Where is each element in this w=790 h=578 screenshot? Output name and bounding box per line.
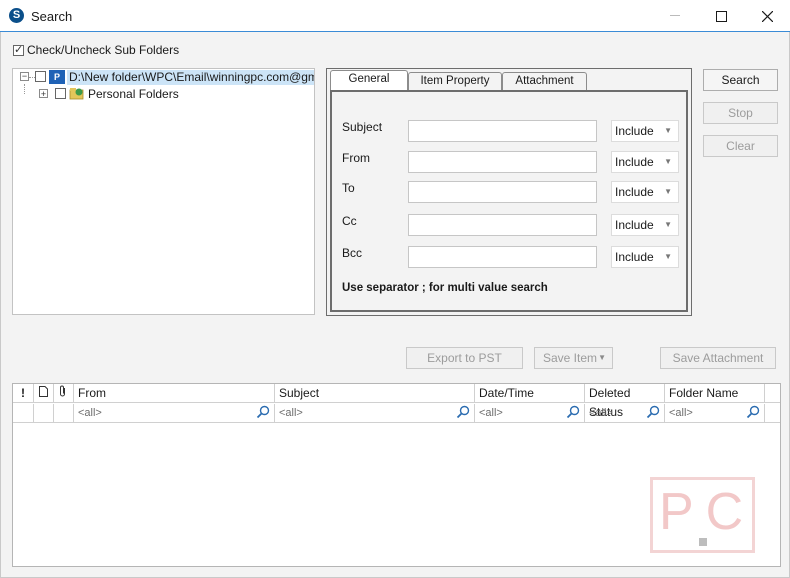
from-column-header[interactable]: From: [74, 384, 275, 403]
filter-cell-empty: [34, 404, 54, 422]
deleted-status-column-header[interactable]: Deleted Status: [585, 384, 665, 419]
to-label: To: [342, 181, 355, 195]
search-button[interactable]: Search: [703, 69, 778, 91]
datetime-column-header[interactable]: Date/Time: [475, 384, 585, 403]
personal-folders-icon: [69, 86, 84, 103]
check-subfolders-label: Check/Uncheck Sub Folders: [27, 43, 180, 57]
chevron-down-icon: ▼: [664, 187, 672, 196]
tab-attachment[interactable]: Attachment: [502, 72, 587, 90]
search-icon[interactable]: [456, 405, 470, 419]
cc-mode-value: Include: [615, 218, 654, 232]
expand-toggle-icon[interactable]: +: [39, 89, 48, 99]
watermark-logo: PC: [650, 477, 755, 553]
tree-child-label[interactable]: Personal Folders: [88, 87, 179, 101]
bcc-label: Bcc: [342, 246, 363, 260]
export-pst-button[interactable]: Export to PST: [406, 347, 523, 369]
to-mode-select[interactable]: Include ▼: [611, 181, 679, 203]
from-mode-value: Include: [615, 155, 654, 169]
close-icon: [761, 10, 773, 22]
paperclip-icon: [60, 385, 65, 397]
cc-label: Cc: [342, 214, 357, 228]
folder-name-filter-input[interactable]: <all>: [665, 404, 765, 422]
cc-mode-select[interactable]: Include ▼: [611, 214, 679, 236]
app-logo-icon: S: [9, 8, 24, 23]
to-input[interactable]: [408, 181, 597, 203]
attachment-column-header[interactable]: [54, 384, 74, 403]
from-label: From: [342, 151, 370, 165]
check-subfolders-checkbox[interactable]: [13, 43, 24, 56]
chevron-down-icon: ▼: [664, 157, 672, 166]
save-item-label: Save Item: [543, 351, 598, 365]
personal-folders-checkbox[interactable]: [55, 88, 66, 99]
deleted-status-filter-input[interactable]: <all>: [585, 404, 665, 422]
from-filter-value: <all>: [78, 407, 102, 419]
item-type-column-header[interactable]: [34, 384, 54, 403]
from-filter-input[interactable]: <all>: [74, 404, 275, 422]
save-item-button[interactable]: Save Item ▼: [534, 347, 613, 369]
watermark-letters: PC: [659, 483, 756, 541]
minimize-button[interactable]: [652, 0, 698, 32]
separator-hint: Use separator ; for multi value search: [342, 282, 548, 294]
bcc-input[interactable]: [408, 246, 597, 268]
clear-button[interactable]: Clear: [703, 135, 778, 157]
folder-name-filter-value: <all>: [669, 407, 693, 419]
bcc-mode-value: Include: [615, 250, 654, 264]
collapse-toggle-icon[interactable]: −: [20, 72, 29, 81]
close-button[interactable]: [744, 0, 790, 32]
filter-cell-empty: [54, 404, 74, 422]
from-input[interactable]: [408, 151, 597, 173]
search-icon[interactable]: [566, 405, 580, 419]
search-icon[interactable]: [746, 405, 760, 419]
tree-root-checkbox[interactable]: [35, 71, 46, 82]
tree-connector: [24, 84, 25, 94]
subject-column-header[interactable]: Subject: [275, 384, 475, 403]
document-icon: [39, 386, 48, 397]
subject-filter-input[interactable]: <all>: [275, 404, 475, 422]
save-attachment-button[interactable]: Save Attachment: [660, 347, 776, 369]
search-icon[interactable]: [256, 405, 270, 419]
importance-column-header[interactable]: !: [13, 384, 34, 403]
folder-tree[interactable]: [12, 68, 315, 315]
filter-cell-empty: [13, 404, 34, 422]
stop-button[interactable]: Stop: [703, 102, 778, 124]
subject-filter-value: <all>: [279, 407, 303, 419]
deleted-status-filter-value: <all>: [589, 407, 613, 419]
maximize-button[interactable]: [698, 0, 744, 32]
chevron-down-icon: ▼: [598, 353, 606, 362]
to-mode-value: Include: [615, 185, 654, 199]
folder-name-column-header[interactable]: Folder Name: [665, 384, 765, 403]
search-icon[interactable]: [646, 405, 660, 419]
subject-mode-value: Include: [615, 124, 654, 138]
cc-input[interactable]: [408, 214, 597, 236]
chevron-down-icon: ▼: [664, 252, 672, 261]
pst-file-icon: P: [49, 70, 65, 84]
chevron-down-icon: ▼: [664, 220, 672, 229]
datetime-filter-input[interactable]: <all>: [475, 404, 585, 422]
subject-label: Subject: [342, 120, 383, 134]
window-title: Search: [31, 9, 73, 24]
watermark-dot: [699, 538, 707, 546]
from-mode-select[interactable]: Include ▼: [611, 151, 679, 173]
bcc-mode-select[interactable]: Include ▼: [611, 246, 679, 268]
minimize-icon: [670, 15, 680, 16]
subject-input[interactable]: [408, 120, 597, 142]
tab-item-property[interactable]: Item Property: [408, 72, 502, 90]
chevron-down-icon: ▼: [664, 126, 672, 135]
maximize-icon: [715, 10, 727, 22]
subject-mode-select[interactable]: Include ▼: [611, 120, 679, 142]
datetime-filter-value: <all>: [479, 407, 503, 419]
tree-root-label[interactable]: D:\New folder\WPC\Email\winningpc.com@gm…: [67, 70, 314, 85]
tab-general[interactable]: General: [330, 70, 408, 90]
